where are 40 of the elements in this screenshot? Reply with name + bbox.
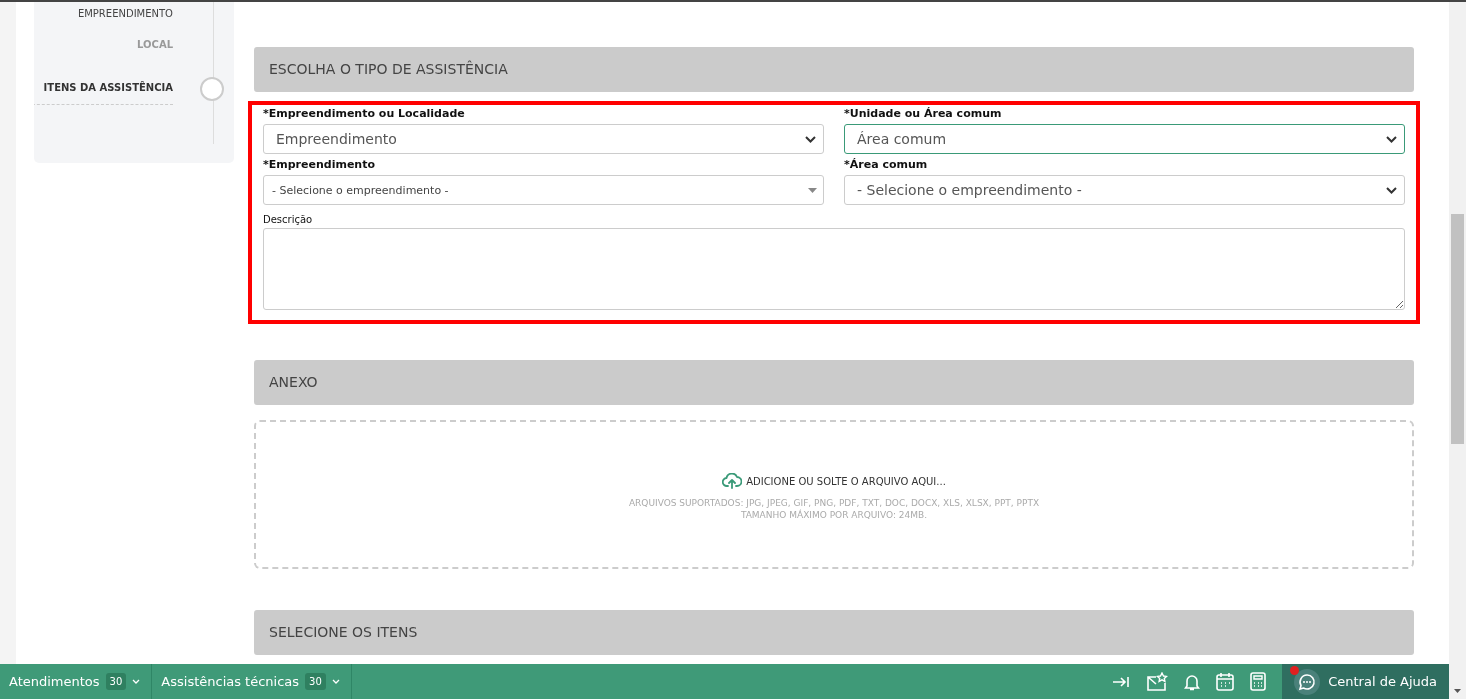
collapse-arrow-icon[interactable] — [1112, 674, 1131, 689]
calculator-icon[interactable] — [1250, 672, 1267, 691]
field-label: Descrição — [263, 214, 314, 225]
select-field[interactable]: - Selecione o empreendimento - — [263, 175, 824, 205]
section-header: ANEXO — [254, 360, 1414, 405]
step-circle-icon — [200, 77, 224, 101]
select-field[interactable]: Área comum — [844, 124, 1405, 154]
bell-icon[interactable] — [1184, 672, 1201, 691]
chat-bubble-icon — [1294, 668, 1321, 695]
max-size-text: TAMANHO MÁXIMO POR ARQUIVO: 24MB. — [740, 510, 928, 520]
field-label: *Unidade ou Área comum — [844, 107, 1003, 120]
section-header: ESCOLHA O TIPO DE ASSISTÊNCIA — [254, 47, 1414, 92]
section-header: SELECIONE OS ITENS — [254, 610, 1414, 655]
file-dropzone[interactable]: ADICIONE OU SOLTE O ARQUIVO AQUI... ARQUIVOS SUPORTADOS: JPG, JPEG, GIF, PNG, PDF, TXT, DOC, DOCX, XLS, XLSX, PPT, PPTX TAMANHO MÁXIMO POR ARQUIVO: 24MB. — [254, 420, 1414, 569]
field-label: *Empreendimento — [263, 158, 376, 171]
chevron-down-icon — [132, 679, 141, 684]
chevron-down-icon — [1386, 135, 1397, 143]
count-badge: 30 — [105, 673, 127, 690]
calendar-icon[interactable] — [1216, 672, 1235, 691]
chevron-down-icon — [331, 679, 340, 684]
caret-icon — [1454, 689, 1461, 693]
field-label: *Empreendimento ou Localidade — [263, 107, 466, 120]
cloud-upload-icon — [722, 473, 743, 489]
scrollbar-thumb[interactable] — [1451, 214, 1464, 444]
field-label: *Área comum — [844, 158, 929, 171]
step-label[interactable]: ITENS DA ASSISTÊNCIA — [43, 82, 173, 98]
step-label[interactable]: EMPREENDIMENTO — [77, 8, 173, 33]
help-center-button[interactable]: Central de Ajuda — [1282, 664, 1449, 699]
count-badge: 30 — [305, 673, 326, 690]
chevron-down-icon — [1386, 186, 1397, 194]
bottom-tab[interactable]: Assistências técnicas 30 — [152, 664, 352, 699]
caret-icon — [808, 187, 817, 193]
select-field[interactable]: Empreendimento — [263, 124, 824, 154]
chevron-down-icon — [805, 135, 816, 143]
envelope-star-icon[interactable] — [1146, 671, 1169, 692]
supported-formats-text: ARQUIVOS SUPORTADOS: JPG, JPEG, GIF, PNG, PDF, TXT, DOC, DOCX, XLS, XLSX, PPT, PPTX — [628, 498, 1040, 508]
dropzone-prompt: ADICIONE OU SOLTE O ARQUIVO AQUI... — [746, 475, 946, 487]
select-field[interactable]: - Selecione o empreendimento - — [844, 175, 1405, 205]
bottom-tab[interactable]: Atendimentos 30 — [0, 664, 153, 699]
description-field[interactable] — [263, 228, 1405, 310]
